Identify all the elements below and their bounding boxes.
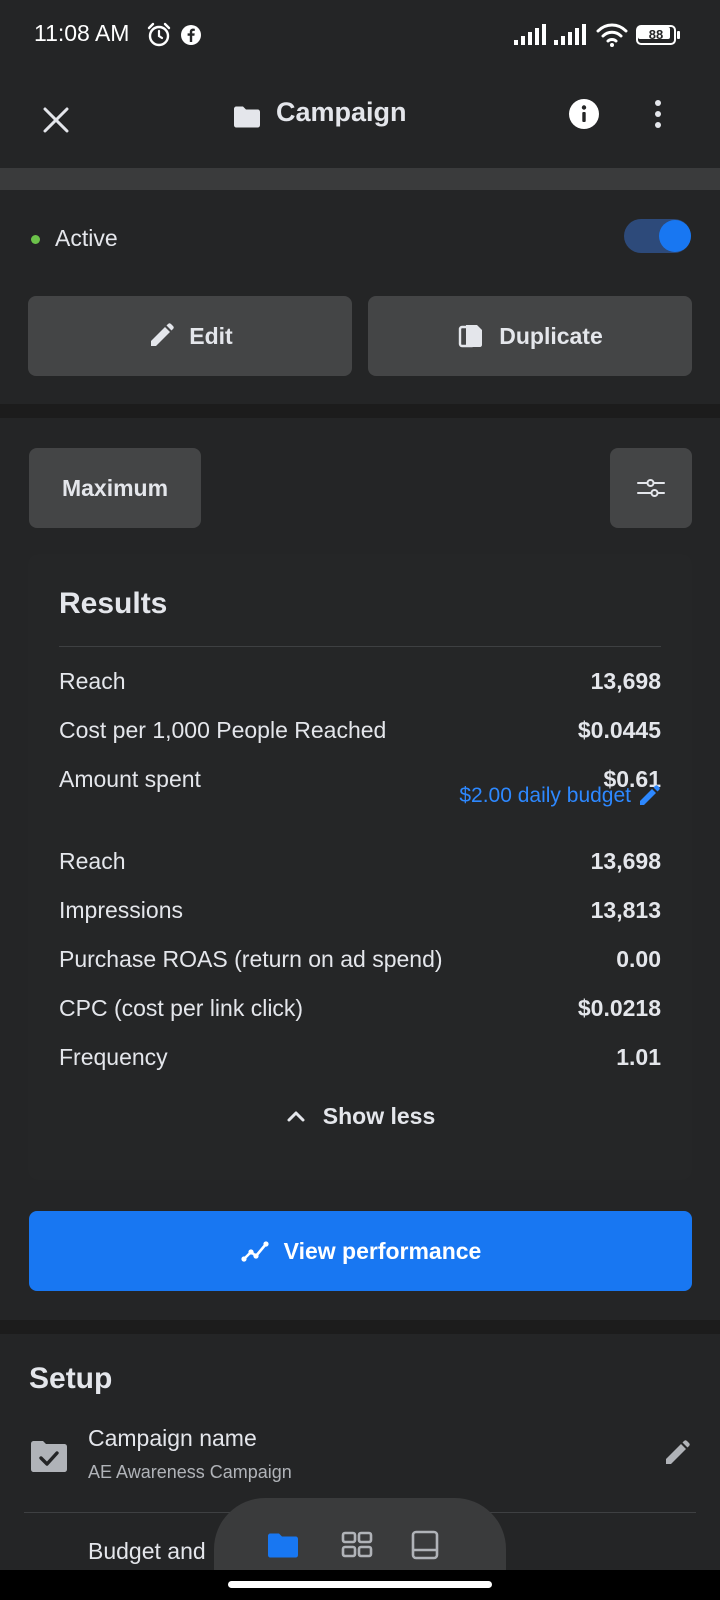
- app-header: Campaign: [0, 72, 720, 168]
- metric-row: Frequency 1.01: [59, 1038, 661, 1078]
- duplicate-button[interactable]: Duplicate: [368, 296, 692, 376]
- section-divider: [0, 168, 720, 190]
- metric-value: 13,698: [590, 848, 661, 874]
- folder-check-icon: [31, 1441, 67, 1472]
- metric-value: 1.01: [616, 1044, 661, 1070]
- duplicate-label: Duplicate: [499, 322, 603, 349]
- metric-label: Reach: [59, 668, 126, 694]
- view-performance-button[interactable]: View performance: [29, 1211, 692, 1291]
- metric-row: Purchase ROAS (return on ad spend) 0.00: [59, 940, 661, 980]
- budget-schedule-label: Budget and: [88, 1538, 206, 1564]
- metric-label: CPC (cost per link click): [59, 995, 304, 1021]
- folder-icon[interactable]: [266, 1528, 300, 1562]
- info-icon[interactable]: [568, 98, 600, 130]
- facebook-icon: [181, 25, 201, 45]
- results-divider: [59, 646, 661, 647]
- show-less-button[interactable]: Show less: [28, 1094, 692, 1138]
- status-card: Active Edit Duplicate: [0, 190, 720, 404]
- folder-icon: [234, 106, 260, 128]
- daily-budget-link[interactable]: $2.00 daily budget: [459, 784, 661, 808]
- edit-name-pencil-icon[interactable]: [662, 1438, 692, 1468]
- edit-label: Edit: [189, 322, 233, 349]
- signal-icon-2: [554, 24, 586, 45]
- campaign-name-value: AE Awareness Campaign: [88, 1462, 292, 1482]
- metric-value: 13,698: [590, 668, 661, 694]
- daily-budget-label: $2.00 daily budget: [459, 784, 631, 807]
- metric-row: Reach 13,698: [59, 842, 661, 882]
- alarm-icon: [147, 22, 171, 47]
- metric-label: Impressions: [59, 897, 183, 923]
- more-options-icon[interactable]: [650, 98, 666, 130]
- duplicate-icon: [459, 325, 483, 348]
- view-performance-label: View performance: [283, 1237, 482, 1264]
- results-title: Results: [59, 587, 168, 620]
- metric-label: Reach: [59, 848, 126, 874]
- ad-preview-icon[interactable]: [408, 1528, 442, 1562]
- metric-value: $0.0218: [577, 995, 661, 1021]
- metric-row: CPC (cost per link click) $0.0218: [59, 989, 661, 1029]
- status-time: 11:08 AM: [34, 20, 130, 46]
- metric-value: 0.00: [616, 946, 661, 972]
- gesture-bar: [0, 1570, 720, 1600]
- metric-label: Cost per 1,000 People Reached: [59, 717, 387, 743]
- sliders-icon: [637, 479, 665, 497]
- grid-icon[interactable]: [340, 1528, 374, 1562]
- metric-row: Reach 13,698: [59, 662, 661, 702]
- close-icon[interactable]: [36, 100, 76, 140]
- metric-value: $0.0445: [577, 717, 661, 743]
- battery-icon: 88: [636, 25, 682, 47]
- pencil-icon: [151, 323, 175, 346]
- wifi-icon: [596, 23, 628, 47]
- trend-chart-icon: [241, 1241, 269, 1262]
- metric-row: Impressions 13,813: [59, 891, 661, 931]
- campaign-toggle[interactable]: [624, 219, 691, 253]
- page-title: Campaign: [276, 97, 407, 127]
- metric-value: 13,813: [590, 897, 661, 923]
- metric-row: Cost per 1,000 People Reached $0.0445: [59, 711, 661, 751]
- show-less-label: Show less: [322, 1102, 436, 1129]
- results-card: Results Reach 13,698 Cost per 1,000 Peop…: [28, 554, 692, 1180]
- date-range-label: Maximum: [61, 474, 169, 501]
- signal-icon: [514, 24, 546, 45]
- status-dot: [31, 235, 40, 244]
- date-range-button[interactable]: Maximum: [29, 448, 201, 528]
- results-section: Maximum Results Reach 13,698 Cost per 1,…: [0, 418, 720, 1320]
- status-label: Active: [55, 225, 118, 251]
- pencil-icon: [640, 785, 660, 805]
- metric-label: Purchase ROAS (return on ad spend): [59, 946, 443, 972]
- status-bar: 11:08 AM 88: [0, 0, 720, 72]
- customize-columns-button[interactable]: [610, 448, 692, 528]
- edit-button[interactable]: Edit: [28, 296, 352, 376]
- setup-title: Setup: [29, 1362, 113, 1395]
- toggle-knob: [659, 220, 691, 252]
- chevron-up-icon: [287, 1111, 305, 1122]
- campaign-name-label: Campaign name: [88, 1425, 257, 1451]
- battery-level: 88: [648, 27, 664, 42]
- metric-label: Frequency: [59, 1044, 168, 1070]
- home-indicator[interactable]: [228, 1581, 492, 1588]
- metric-label: Amount spent: [59, 766, 201, 792]
